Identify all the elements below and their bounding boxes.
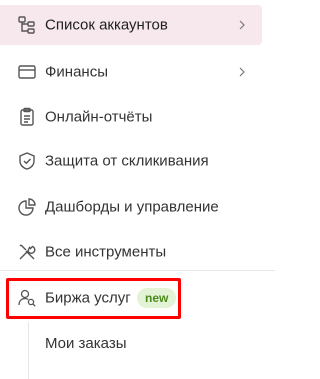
menu-item-dashboards[interactable]: Дашборды и управление: [0, 187, 262, 227]
new-badge: new: [137, 288, 177, 308]
dashboard-pie-icon: [17, 197, 37, 217]
menu-item-accounts-list[interactable]: Список аккаунтов: [0, 5, 262, 45]
menu-item-all-tools[interactable]: Все инструменты: [0, 232, 262, 272]
wallet-icon: [17, 62, 37, 82]
menu-item-label: Онлайн-отчёты: [45, 108, 153, 126]
menu-item-label: Защита от скликивания: [45, 152, 209, 170]
menu-divider: [0, 270, 275, 271]
shield-check-icon: [17, 151, 37, 171]
sidebar-menu: Список аккаунтов Финансы Онлайн-отчёты З…: [0, 0, 275, 379]
menu-item-label: Финансы: [45, 63, 108, 81]
tools-icon: [17, 242, 37, 262]
chevron-right-icon: [237, 19, 247, 31]
menu-item-click-fraud-protection[interactable]: Защита от скликивания: [0, 141, 262, 181]
user-search-icon: [17, 288, 37, 308]
menu-item-label: Дашборды и управление: [45, 198, 219, 216]
menu-item-online-reports[interactable]: Онлайн-отчёты: [0, 97, 262, 137]
chevron-right-icon: [237, 66, 247, 78]
menu-item-label: Все инструменты: [45, 243, 167, 261]
submenu-item-my-orders[interactable]: Мои заказы: [45, 335, 127, 352]
submenu-guide-line: [28, 322, 29, 379]
accounts-tree-icon: [17, 15, 37, 35]
menu-item-services-exchange[interactable]: Биржа услуг new: [0, 278, 177, 318]
menu-item-label: Список аккаунтов: [45, 16, 168, 34]
report-clipboard-icon: [17, 107, 37, 127]
menu-item-finance[interactable]: Финансы: [0, 52, 262, 92]
menu-item-label: Биржа услуг: [45, 289, 131, 307]
